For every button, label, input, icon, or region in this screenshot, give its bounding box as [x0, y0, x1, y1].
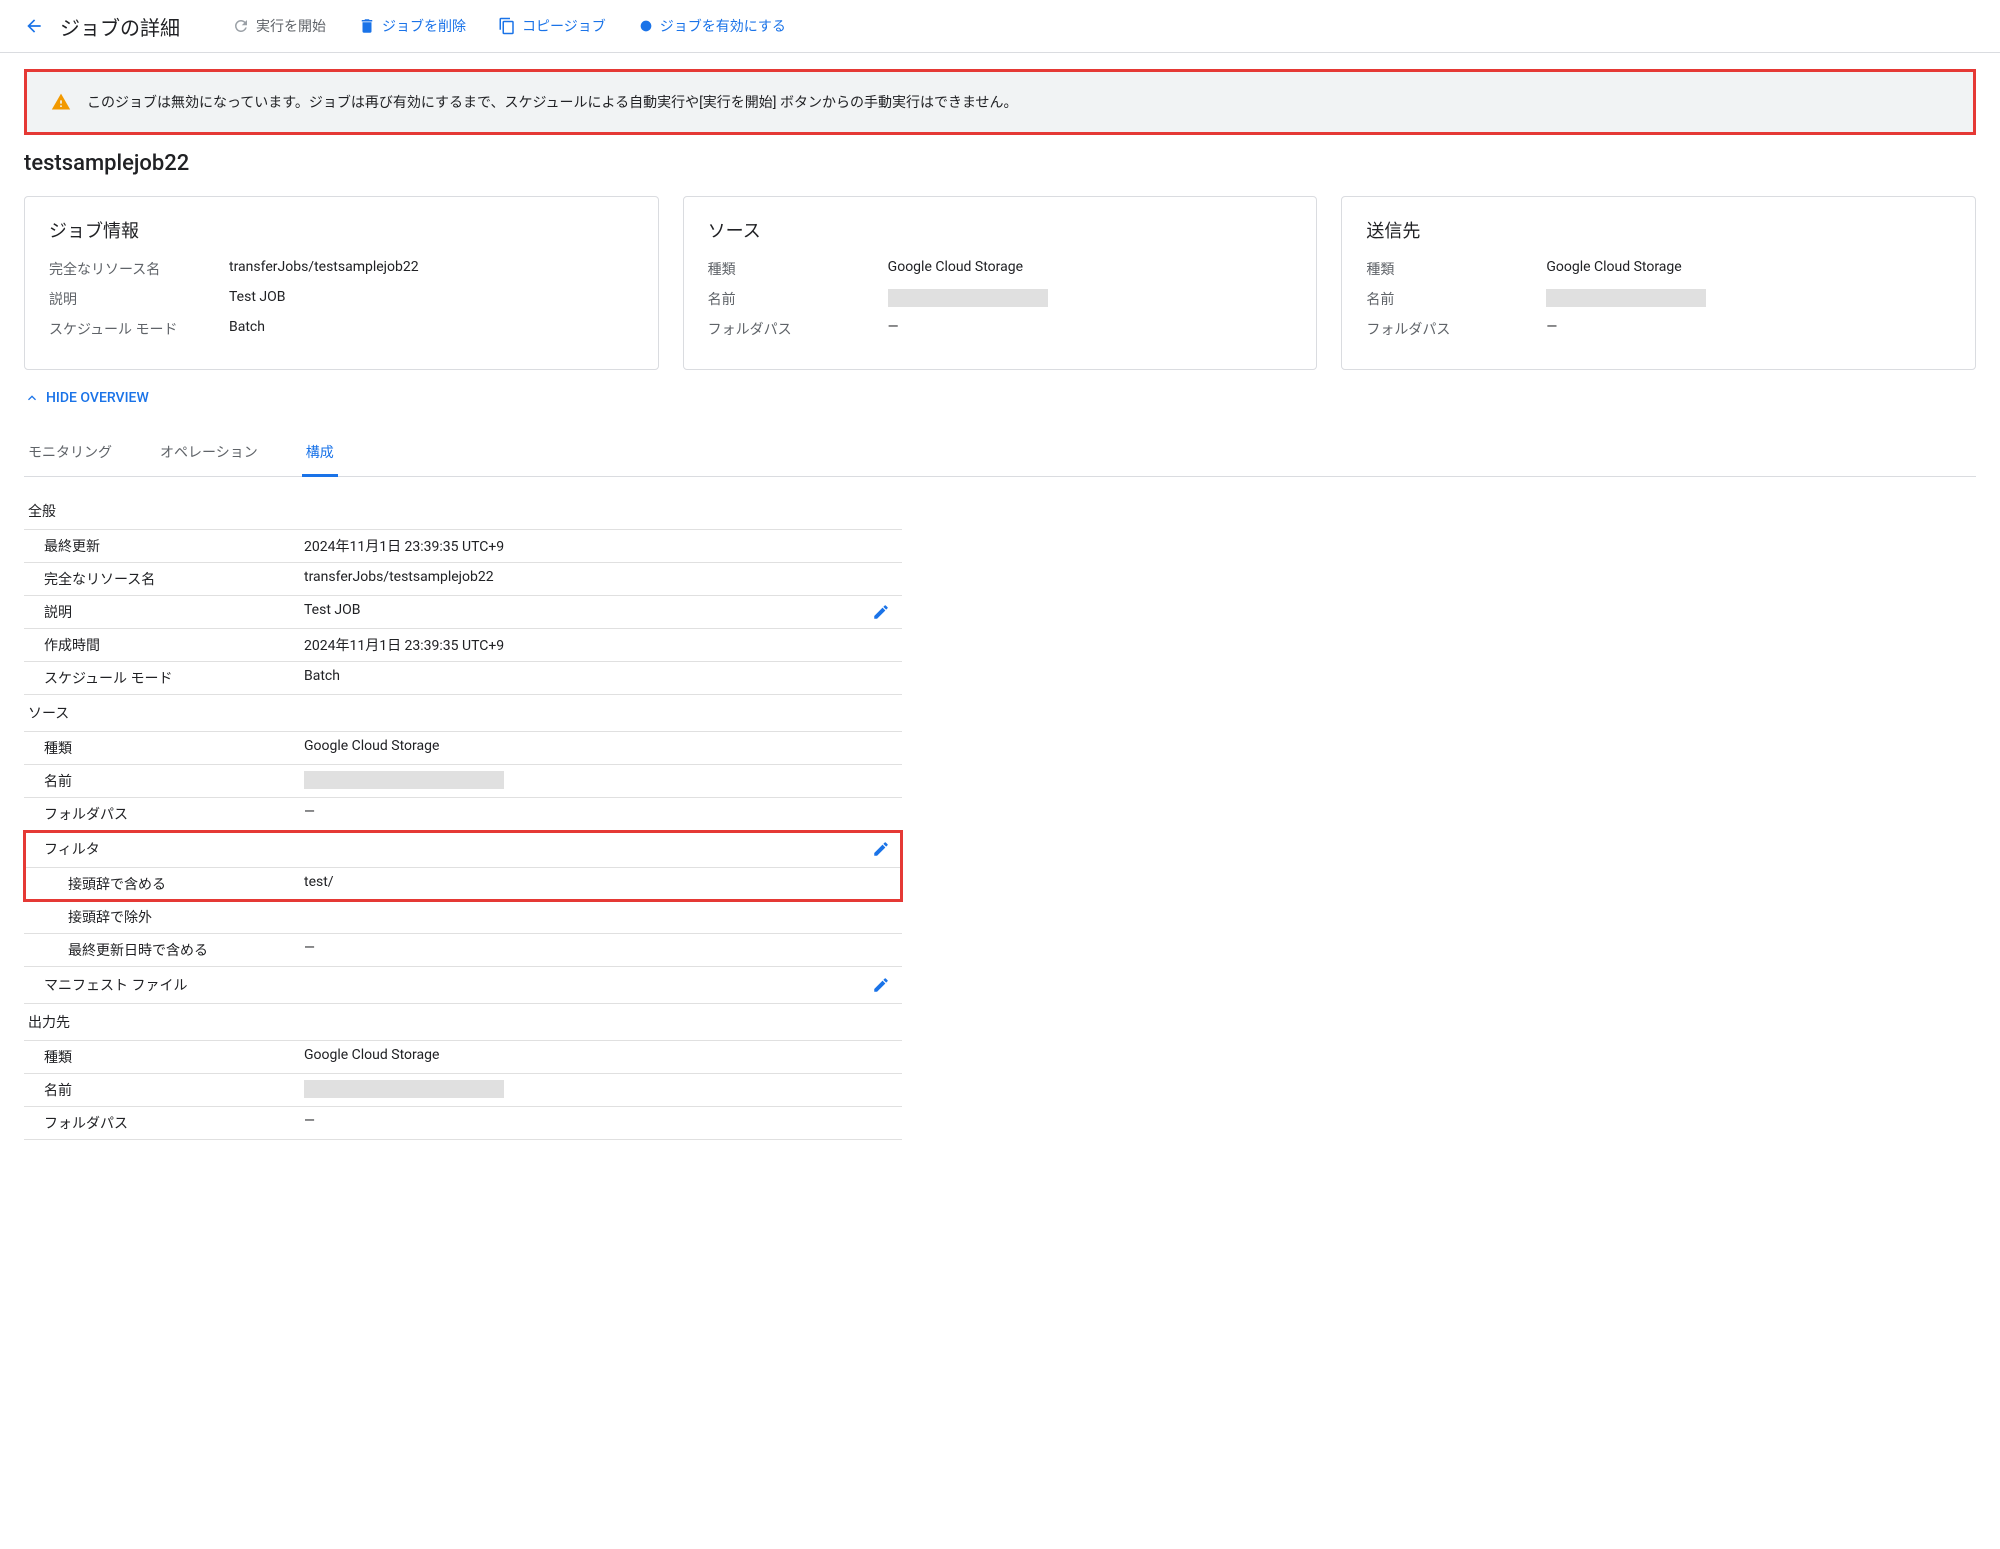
label-resource-name: 完全なリソース名 — [49, 259, 229, 279]
copy-job-button[interactable]: コピージョブ — [486, 10, 618, 42]
row-created: 作成時間2024年11月1日 23:39:35 UTC+9 — [24, 629, 902, 662]
label-dest-folder: フォルダパス — [1366, 319, 1546, 339]
row-src-name: 名前 — [24, 765, 902, 798]
card-title-info: ジョブ情報 — [49, 217, 634, 243]
pencil-icon — [872, 840, 890, 858]
masked-value — [888, 289, 1048, 309]
row-include-prefix: 接頭辞で含めるtest/ — [24, 868, 902, 901]
value-source-folder: — — [888, 319, 899, 339]
tab-operations[interactable]: オペレーション — [156, 430, 262, 477]
arrow-left-icon — [24, 16, 44, 36]
page-title: ジョブの詳細 — [60, 12, 180, 41]
toolbar: ジョブの詳細 実行を開始 ジョブを削除 コピージョブ ジョブを有効にする — [0, 0, 2000, 53]
row-src-folder: フォルダパス— — [24, 798, 902, 831]
enable-job-button[interactable]: ジョブを有効にする — [626, 10, 798, 42]
enable-job-label: ジョブを有効にする — [660, 16, 786, 36]
card-dest: 送信先 種類Google Cloud Storage 名前 フォルダパス— — [1341, 196, 1976, 370]
warning-icon — [51, 92, 71, 112]
value-source-type: Google Cloud Storage — [888, 259, 1023, 279]
masked-value — [304, 771, 504, 791]
row-resource-name: 完全なリソース名transferJobs/testsamplejob22 — [24, 563, 902, 596]
trash-icon — [358, 17, 376, 35]
edit-filter-button[interactable] — [864, 840, 898, 858]
card-job-info: ジョブ情報 完全なリソース名transferJobs/testsamplejob… — [24, 196, 659, 370]
back-button[interactable] — [16, 8, 52, 44]
row-out-name: 名前 — [24, 1074, 902, 1107]
card-source: ソース 種類Google Cloud Storage 名前 フォルダパス— — [683, 196, 1318, 370]
section-general: 全般 — [24, 493, 902, 530]
section-source: ソース — [24, 695, 902, 732]
content: このジョブは無効になっています。ジョブは再び有効にするまで、スケジュールによる自… — [0, 69, 2000, 1140]
row-out-folder: フォルダパス— — [24, 1107, 902, 1140]
label-dest-name: 名前 — [1366, 289, 1546, 309]
alert-inner: このジョブは無効になっています。ジョブは再び有効にするまで、スケジュールによる自… — [27, 72, 1973, 132]
hide-overview-button[interactable]: HIDE OVERVIEW — [24, 390, 1976, 406]
circle-icon — [638, 18, 654, 34]
copy-icon — [498, 17, 516, 35]
start-run-label: 実行を開始 — [256, 16, 326, 36]
row-out-type: 種類Google Cloud Storage — [24, 1041, 902, 1074]
overview-cards: ジョブ情報 完全なリソース名transferJobs/testsamplejob… — [24, 196, 1976, 370]
tab-config[interactable]: 構成 — [302, 430, 338, 477]
section-filter: フィルタ — [24, 831, 902, 868]
section-manifest: マニフェスト ファイル — [24, 967, 902, 1004]
card-title-source: ソース — [708, 217, 1293, 243]
hide-overview-label: HIDE OVERVIEW — [46, 390, 149, 406]
card-title-dest: 送信先 — [1366, 217, 1951, 243]
job-name-heading: testsamplejob22 — [24, 151, 1976, 176]
filter-highlight: フィルタ 接頭辞で含めるtest/ — [24, 831, 902, 901]
tabs: モニタリング オペレーション 構成 — [24, 430, 1976, 477]
label-source-name: 名前 — [708, 289, 888, 309]
alert-disabled-job: このジョブは無効になっています。ジョブは再び有効にするまで、スケジュールによる自… — [24, 69, 1976, 135]
value-schedule: Batch — [229, 319, 265, 339]
pencil-icon — [872, 603, 890, 621]
tab-monitoring[interactable]: モニタリング — [24, 430, 116, 477]
row-schedule: スケジュール モードBatch — [24, 662, 902, 695]
delete-job-label: ジョブを削除 — [382, 16, 466, 36]
value-resource-name: transferJobs/testsamplejob22 — [229, 259, 419, 279]
value-dest-type: Google Cloud Storage — [1546, 259, 1681, 279]
label-source-folder: フォルダパス — [708, 319, 888, 339]
value-description: Test JOB — [229, 289, 285, 309]
label-schedule: スケジュール モード — [49, 319, 229, 339]
alert-message: このジョブは無効になっています。ジョブは再び有効にするまで、スケジュールによる自… — [87, 92, 1018, 112]
start-run-button[interactable]: 実行を開始 — [220, 10, 338, 42]
label-description: 説明 — [49, 289, 229, 309]
value-dest-folder: — — [1546, 319, 1557, 339]
row-description: 説明Test JOB — [24, 596, 902, 629]
config-panel: 全般 最終更新2024年11月1日 23:39:35 UTC+9 完全なリソース… — [24, 493, 902, 1140]
edit-description-button[interactable] — [864, 603, 898, 621]
section-output: 出力先 — [24, 1004, 902, 1041]
masked-value — [1546, 289, 1706, 309]
row-include-modified: 最終更新日時で含める— — [24, 934, 902, 967]
label-dest-type: 種類 — [1366, 259, 1546, 279]
row-src-type: 種類Google Cloud Storage — [24, 732, 902, 765]
pencil-icon — [872, 976, 890, 994]
row-exclude-prefix: 接頭辞で除外 — [24, 901, 902, 934]
delete-job-button[interactable]: ジョブを削除 — [346, 10, 478, 42]
row-last-updated: 最終更新2024年11月1日 23:39:35 UTC+9 — [24, 530, 902, 563]
edit-manifest-button[interactable] — [864, 976, 898, 994]
chevron-up-icon — [24, 390, 40, 406]
refresh-icon — [232, 17, 250, 35]
label-source-type: 種類 — [708, 259, 888, 279]
copy-job-label: コピージョブ — [522, 16, 606, 36]
masked-value — [304, 1080, 504, 1100]
